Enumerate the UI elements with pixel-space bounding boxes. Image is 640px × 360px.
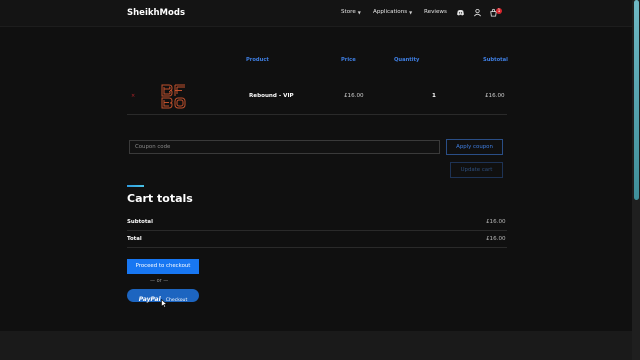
scrollbar-thumb[interactable]: [634, 0, 639, 200]
cart-totals-title: Cart totals: [127, 192, 193, 205]
product-price: £16.00: [344, 93, 364, 99]
chevron-down-icon: ▼: [357, 9, 361, 15]
subtotal-value: £16.00: [486, 219, 506, 225]
section-accent-bar: [127, 185, 144, 187]
column-product: Product: [246, 57, 269, 63]
update-cart-button[interactable]: Update cart: [450, 162, 503, 178]
site-logo[interactable]: SheikhMods: [127, 8, 185, 18]
chevron-down-icon: ▼: [409, 9, 413, 15]
total-value: £16.00: [486, 236, 506, 242]
user-icon[interactable]: [473, 8, 482, 17]
paypal-checkout-label: Checkout: [165, 298, 188, 303]
nav-reviews-label: Reviews: [424, 9, 447, 15]
nav-reviews[interactable]: Reviews: [424, 9, 447, 15]
totals-divider: [127, 247, 507, 248]
proceed-to-checkout-button[interactable]: Proceed to checkout: [127, 259, 199, 274]
apply-coupon-button[interactable]: Apply coupon: [446, 139, 503, 155]
column-subtotal: Subtotal: [483, 57, 508, 63]
totals-divider: [127, 230, 507, 231]
or-separator: — or —: [150, 278, 169, 284]
discord-icon[interactable]: [456, 8, 465, 17]
paypal-logo: PayPal: [138, 296, 161, 303]
nav-store[interactable]: Store ▼: [341, 9, 361, 15]
remove-item-button[interactable]: ×: [131, 93, 135, 99]
site-footer: [0, 331, 632, 360]
product-subtotal: £16.00: [485, 93, 505, 99]
quantity-input[interactable]: 1: [432, 93, 436, 99]
product-thumbnail[interactable]: [160, 83, 187, 110]
total-label: Total: [127, 236, 142, 242]
subtotal-label: Subtotal: [127, 219, 153, 225]
nav-applications[interactable]: Applications ▼: [373, 9, 412, 15]
row-divider: [127, 114, 507, 115]
column-price: Price: [341, 57, 356, 63]
nav-store-label: Store: [341, 9, 356, 15]
coupon-input[interactable]: Coupon code: [129, 140, 440, 154]
nav-applications-label: Applications: [373, 9, 408, 15]
site-header: SheikhMods Store ▼ Applications ▼ Review…: [0, 0, 632, 27]
cart-count-badge: 1: [496, 8, 502, 14]
column-quantity: Quantity: [394, 57, 420, 63]
mouse-cursor-icon: [161, 299, 168, 308]
product-name-link[interactable]: Rebound - VIP: [249, 93, 294, 99]
